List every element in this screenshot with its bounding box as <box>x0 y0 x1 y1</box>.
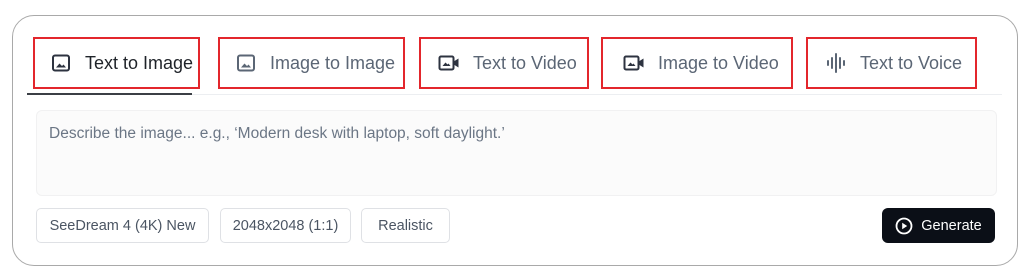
image-icon <box>235 52 257 74</box>
tab-image-to-image[interactable]: Image to Image <box>218 37 405 89</box>
model-select-label: SeeDream 4 (4K) New <box>49 217 196 234</box>
tab-text-to-voice[interactable]: Text to Voice <box>806 37 977 89</box>
active-tab-underline <box>27 93 192 95</box>
size-select[interactable]: 2048x2048 (1:1) <box>220 208 351 243</box>
tab-label: Text to Image <box>85 52 194 73</box>
model-select[interactable]: SeeDream 4 (4K) New <box>36 208 209 243</box>
style-select[interactable]: Realistic <box>361 208 450 243</box>
play-circle-icon <box>895 217 913 235</box>
generate-button[interactable]: Generate <box>882 208 995 243</box>
tab-image-to-video[interactable]: Image to Video <box>601 37 793 89</box>
tab-text-to-video[interactable]: Text to Video <box>419 37 589 89</box>
video-camera-icon <box>623 52 645 74</box>
generate-button-label: Generate <box>921 217 982 234</box>
size-select-label: 2048x2048 (1:1) <box>232 217 339 234</box>
audio-wave-icon <box>825 52 847 74</box>
tab-label: Text to Voice <box>860 52 963 73</box>
tab-label: Image to Video <box>658 52 779 73</box>
tab-label: Image to Image <box>270 52 396 73</box>
prompt-input[interactable] <box>49 121 984 187</box>
image-icon <box>50 52 72 74</box>
prompt-area <box>36 110 997 196</box>
tab-text-to-image[interactable]: Text to Image <box>33 37 200 89</box>
video-camera-icon <box>438 52 460 74</box>
style-select-label: Realistic <box>378 217 433 234</box>
tab-label: Text to Video <box>473 52 577 73</box>
